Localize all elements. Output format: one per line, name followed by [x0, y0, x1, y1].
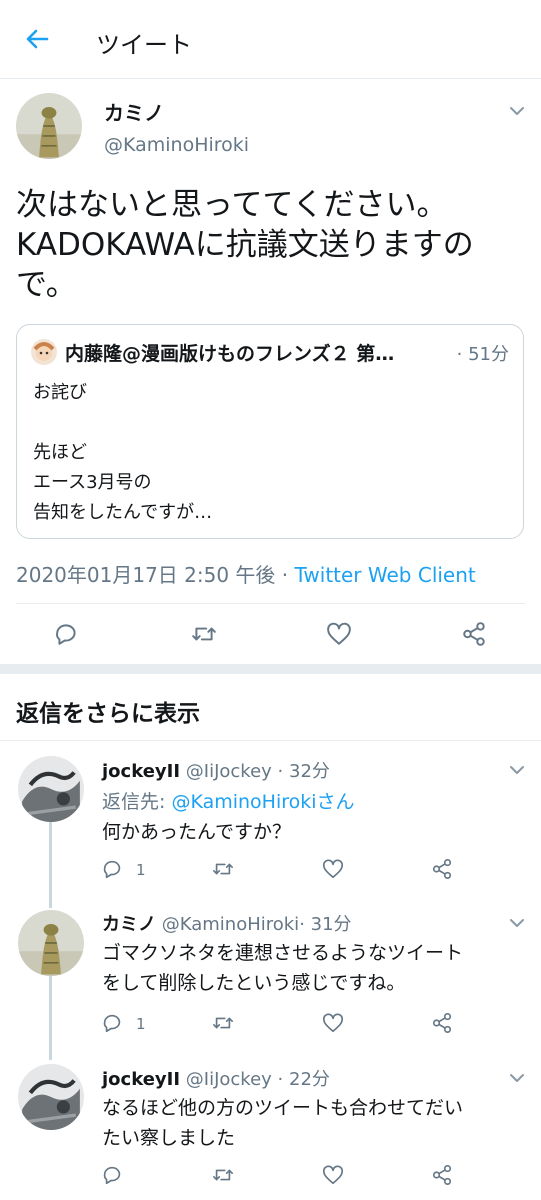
reply-time: · 22分 [277, 1069, 330, 1090]
quoted-tweet[interactable]: 内藤隆@漫画版けものフレンズ２ 第… · 51分 お詫び 先ほど エース3月号の… [16, 324, 524, 539]
tweet-text-line: 次はないと思っててください。 [16, 187, 448, 223]
reply-author-name[interactable]: jockeyII [102, 1069, 180, 1090]
quoted-avatar [31, 339, 57, 365]
thread-line [49, 970, 52, 1060]
thread-line [49, 818, 52, 908]
chevron-down-icon[interactable] [509, 105, 525, 117]
reply-author-name[interactable]: カミノ [102, 914, 156, 935]
reply-text-line: たい察しました [102, 1127, 236, 1149]
reply-time: · 31分 [299, 914, 352, 935]
reply-header: jockeyII @IiJockey · 22分 [102, 1065, 330, 1091]
author-name[interactable]: カミノ [104, 97, 164, 126]
avatar-image [16, 93, 82, 159]
page-title: ツイート [96, 31, 192, 59]
reply-header: カミノ @KaminoHiroki· 31分 [102, 910, 352, 936]
top-bar: ツイート [0, 0, 541, 79]
reply-text-line: 何かあったんですか？ [102, 821, 292, 843]
reply-text-line: なるほど他の方のツイートも合わせてだい [102, 1097, 464, 1119]
avatar[interactable] [18, 910, 84, 976]
like-icon[interactable] [322, 858, 344, 880]
tweet-text-line: で。 [16, 267, 77, 303]
like-icon[interactable] [326, 621, 352, 647]
author-handle[interactable]: @KaminoHiroki [104, 134, 249, 156]
quoted-author-name: 内藤隆@漫画版けものフレンズ２ 第… [65, 343, 395, 365]
retweet-icon[interactable] [212, 858, 234, 880]
chevron-down-icon[interactable] [509, 1072, 525, 1084]
like-icon[interactable] [322, 1164, 344, 1186]
reply-icon[interactable] [102, 1012, 124, 1034]
chevron-down-icon[interactable] [509, 764, 525, 776]
reply-icon[interactable] [102, 858, 124, 880]
share-icon[interactable] [431, 858, 453, 880]
reply-text: なるほど他の方のツイートも合わせてだい たい察しました [102, 1093, 522, 1153]
reply-to-handle[interactable]: @KaminoHirokiさん [171, 791, 354, 813]
reply-handle[interactable]: @IiJockey [186, 761, 272, 782]
tweet-client[interactable]: Twitter Web Client [295, 563, 476, 587]
reply-text: ゴマクソネタを連想させるようなツイート をして削除したという感じですね。 [102, 938, 522, 998]
quoted-text-line: 告知をしたんですが… [33, 502, 213, 523]
reply-text-line: をして削除したという感じですね。 [102, 972, 406, 994]
tweet-meta: 2020年01月17日 2:50 午後 · Twitter Web Client [16, 559, 476, 588]
reply-count: 1 [136, 1015, 146, 1033]
reply-time: · 32分 [277, 761, 330, 782]
divider [0, 740, 541, 741]
tweet-text: 次はないと思っててください。 KADOKAWAに抗議文送りますの で。 [16, 185, 526, 305]
more-replies-heading: 返信をさらに表示 [16, 701, 200, 727]
back-arrow-icon[interactable] [22, 24, 52, 54]
reply-count: 1 [136, 861, 146, 879]
reply-text-line: ゴマクソネタを連想させるようなツイート [102, 942, 464, 964]
reply-icon[interactable] [102, 1164, 124, 1186]
quoted-text-line: お詫び [33, 382, 87, 403]
share-icon[interactable] [431, 1012, 453, 1034]
reply-author-name[interactable]: jockeyII [102, 761, 180, 782]
chevron-down-icon[interactable] [509, 917, 525, 929]
reply-handle[interactable]: @KaminoHiroki [162, 914, 299, 935]
like-icon[interactable] [322, 1012, 344, 1034]
avatar[interactable] [18, 756, 84, 822]
reply-text: 何かあったんですか？ [102, 817, 522, 847]
share-icon[interactable] [461, 621, 487, 647]
reply-icon[interactable] [54, 621, 80, 647]
reply-to-label: 返信先: [102, 791, 172, 813]
tweet-text-line: KADOKAWAに抗議文送りますの [16, 227, 474, 263]
reply-to-line: 返信先: @KaminoHirokiさん [102, 787, 355, 814]
quoted-time: · 51分 [456, 344, 509, 365]
retweet-icon[interactable] [212, 1012, 234, 1034]
retweet-icon[interactable] [191, 621, 217, 647]
avatar[interactable] [18, 1064, 84, 1130]
quoted-text-line: 先ほど [33, 442, 87, 463]
tweet-timestamp: 2020年01月17日 2:50 午後 · [16, 563, 295, 587]
quoted-text-line: エース3月号の [33, 472, 152, 493]
retweet-icon[interactable] [212, 1164, 234, 1186]
divider [16, 603, 525, 604]
reply-handle[interactable]: @IiJockey [186, 1069, 272, 1090]
section-gap [0, 664, 541, 674]
reply-header: jockeyII @IiJockey · 32分 [102, 757, 330, 783]
share-icon[interactable] [431, 1164, 453, 1186]
avatar[interactable] [16, 93, 82, 159]
